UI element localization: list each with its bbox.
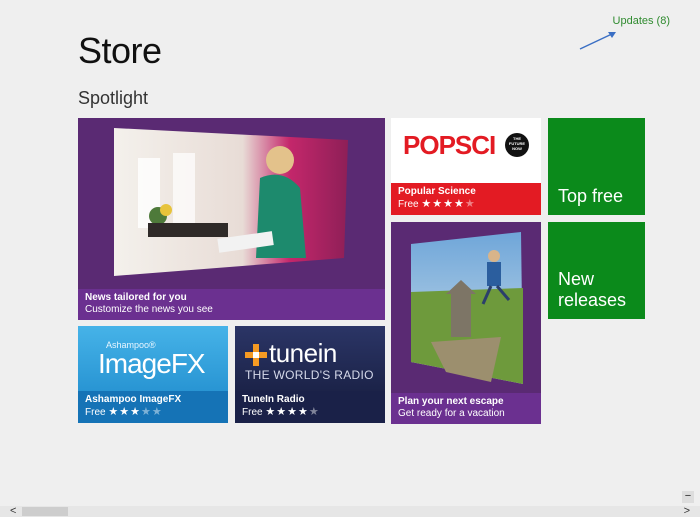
popsci-title: Popular Science (398, 186, 476, 197)
page-title: Store (78, 30, 162, 71)
top-free-label: Top free (558, 186, 624, 206)
section-heading: Spotlight (78, 88, 149, 108)
arrow-icon (579, 32, 616, 50)
escape-subtitle: Get ready for a vacation (398, 408, 505, 419)
popsci-price: Free (398, 199, 419, 210)
star-filled-icon: ★ (453, 198, 465, 210)
star-empty-icon: ★ (140, 406, 152, 418)
star-filled-icon: ★ (297, 406, 309, 418)
star-filled-icon: ★ (287, 406, 298, 418)
imagefx-title: Ashampoo ImageFX (85, 394, 182, 405)
scroll-left-arrow[interactable]: < (10, 506, 16, 517)
star-filled-icon: ★ (432, 198, 444, 210)
imagefx-price: Free (85, 407, 106, 418)
new-releases-tile[interactable]: New releases (548, 222, 645, 319)
tunein-price: Free (242, 407, 263, 418)
escape-tile[interactable]: Plan your next escape Get ready for a va… (391, 222, 541, 424)
tunein-tagline: THE WORLD'S RADIO (245, 368, 374, 382)
top-free-tile[interactable]: Top free (548, 118, 645, 215)
star-filled-icon: ★ (276, 406, 288, 418)
tunein-rating: ★★★★★ (265, 406, 319, 418)
imagefx-logo: ImageFX (98, 348, 206, 379)
new-releases-label: New releases (558, 269, 627, 310)
star-empty-icon: ★ (464, 198, 476, 210)
news-tile[interactable]: News tailored for you Customize the news… (78, 118, 385, 320)
tunein-logo: tunein (269, 338, 337, 368)
scroll-right-arrow[interactable]: > (684, 506, 690, 517)
horizontal-scrollbar[interactable]: < > (0, 506, 700, 517)
popsci-logo: POPSCI (403, 130, 496, 160)
tunein-tile[interactable]: tunein THE WORLD'S RADIO TuneIn Radio Fr… (235, 326, 385, 423)
updates-link[interactable]: Updates (8) (613, 15, 670, 27)
news-subtitle: Customize the news you see (85, 304, 213, 315)
star-filled-icon: ★ (119, 406, 131, 418)
imagefx-rating: ★★★★★ (108, 406, 162, 418)
popsci-tile[interactable]: POPSCI THE FUTURE NOW Popular Science Fr… (391, 118, 541, 215)
tunein-cross-icon (245, 344, 267, 366)
star-filled-icon: ★ (443, 198, 454, 210)
star-empty-icon: ★ (151, 406, 163, 418)
star-filled-icon: ★ (265, 406, 277, 418)
star-filled-icon: ★ (130, 406, 141, 418)
escape-title: Plan your next escape (398, 396, 504, 407)
semantic-zoom-button[interactable]: − (682, 491, 694, 503)
star-empty-icon: ★ (308, 406, 320, 418)
star-filled-icon: ★ (108, 406, 120, 418)
scrollbar-thumb[interactable] (22, 507, 68, 516)
popsci-rating: ★★★★★ (421, 198, 475, 210)
tunein-title: TuneIn Radio (242, 394, 305, 405)
news-title: News tailored for you (85, 292, 187, 303)
star-filled-icon: ★ (421, 198, 433, 210)
popsci-badge: THE FUTURE NOW (505, 133, 529, 157)
imagefx-tile[interactable]: Ashampoo® ImageFX Ashampoo ImageFX Free … (78, 326, 228, 423)
